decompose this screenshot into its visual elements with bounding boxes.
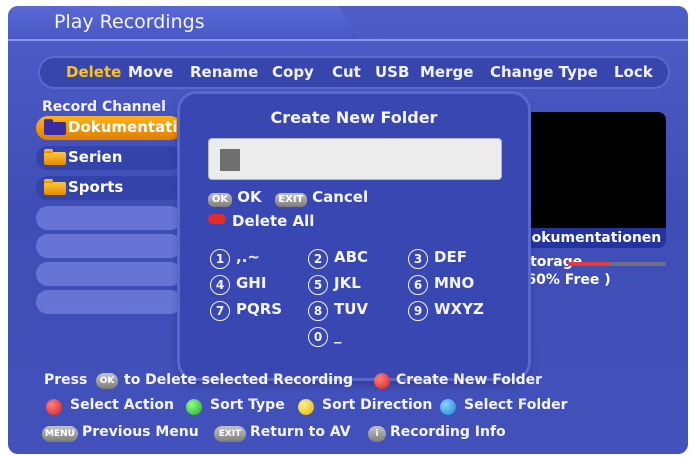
exit-key-icon: EXIT bbox=[214, 426, 246, 442]
tv-screen: Play Recordings Delete Move Rename Copy … bbox=[8, 6, 688, 454]
dialog-title: Create New Folder bbox=[270, 108, 438, 127]
action-usb[interactable]: USB bbox=[375, 63, 409, 81]
yellow-button-icon bbox=[298, 399, 314, 415]
folder-label: Serien bbox=[68, 148, 123, 166]
folder-label: Sports bbox=[68, 178, 124, 196]
action-lock[interactable]: Lock bbox=[614, 63, 653, 81]
delete-all-row[interactable]: Delete All bbox=[208, 212, 314, 230]
help-return-av: Return to AV bbox=[250, 424, 351, 440]
help-select-folder: Select Folder bbox=[464, 397, 568, 413]
title-tab: Play Recordings bbox=[8, 6, 360, 40]
folder-item-sports[interactable]: Sports bbox=[36, 176, 182, 200]
video-preview bbox=[514, 112, 666, 236]
empty-slot bbox=[36, 234, 182, 258]
folder-icon bbox=[44, 149, 66, 165]
help-sort-direction: Sort Direction bbox=[322, 397, 433, 413]
text-cursor bbox=[220, 149, 240, 171]
keypad-key-3[interactable]: 3 DEF bbox=[408, 248, 467, 269]
ok-key-icon: OK bbox=[96, 373, 118, 389]
info-key-icon: i bbox=[368, 426, 386, 442]
action-delete[interactable]: Delete bbox=[66, 63, 121, 81]
keypad-key-8[interactable]: 8 TUV bbox=[308, 300, 368, 321]
storage-free-text: (60% Free ) bbox=[520, 272, 611, 288]
record-channel-label: Record Channel bbox=[42, 99, 166, 115]
keypad-key-1[interactable]: 1 ,.~ bbox=[210, 248, 260, 269]
keypad-key-6[interactable]: 6 MNO bbox=[408, 274, 474, 295]
storage-meter-fill bbox=[568, 262, 611, 266]
empty-slot bbox=[36, 290, 182, 314]
empty-slot bbox=[36, 206, 182, 230]
delete-all-label: Delete All bbox=[232, 212, 315, 230]
action-copy[interactable]: Copy bbox=[272, 63, 314, 81]
ok-cancel-row: OK OK EXIT Cancel bbox=[208, 188, 368, 207]
help-select-action: Select Action bbox=[70, 397, 174, 413]
exit-key-icon: EXIT bbox=[274, 193, 307, 207]
keypad-key-4[interactable]: 4 GHI bbox=[210, 274, 266, 295]
action-bar: Delete Move Rename Copy Cut USB Merge Ch… bbox=[38, 56, 670, 89]
create-folder-dialog: Create New Folder OK OK EXIT Cancel Dele… bbox=[180, 94, 528, 378]
keypad-key-0[interactable]: 0 _ bbox=[308, 326, 342, 347]
red-key-icon bbox=[208, 214, 226, 224]
folder-icon bbox=[44, 119, 66, 135]
red-button-icon bbox=[46, 399, 62, 415]
help-sort-type: Sort Type bbox=[210, 397, 285, 413]
action-merge[interactable]: Merge bbox=[420, 63, 473, 81]
folder-icon bbox=[44, 179, 66, 195]
ok-key-icon: OK bbox=[208, 193, 232, 207]
help-press-text: Press bbox=[44, 372, 88, 388]
action-cut[interactable]: Cut bbox=[332, 63, 361, 81]
keypad-key-2[interactable]: 2 ABC bbox=[308, 248, 368, 269]
folder-item-dokumentationen[interactable]: Dokumentationen bbox=[36, 116, 219, 140]
help-delete-text: to Delete selected Recording bbox=[124, 372, 354, 388]
title-divider bbox=[8, 39, 688, 41]
ok-label[interactable]: OK bbox=[237, 188, 261, 206]
page-title: Play Recordings bbox=[54, 11, 205, 33]
help-create-folder-text: Create New Folder bbox=[396, 372, 543, 388]
folder-item-serien[interactable]: Serien bbox=[36, 146, 182, 170]
action-rename[interactable]: Rename bbox=[190, 63, 258, 81]
menu-key-icon: MENU bbox=[42, 426, 78, 442]
blue-button-icon bbox=[440, 399, 456, 415]
empty-slot bbox=[36, 262, 182, 286]
preview-label: Dokumentationen bbox=[520, 230, 662, 246]
green-button-icon bbox=[186, 399, 202, 415]
red-button-icon bbox=[374, 373, 390, 389]
cancel-label[interactable]: Cancel bbox=[312, 188, 368, 206]
keypad-key-9[interactable]: 9 WXYZ bbox=[408, 300, 484, 321]
keypad-key-7[interactable]: 7 PQRS bbox=[210, 300, 282, 321]
action-change-type[interactable]: Change Type bbox=[490, 63, 598, 81]
help-bar: Press OK to Delete selected Recording Cr… bbox=[8, 364, 688, 454]
action-move[interactable]: Move bbox=[128, 63, 173, 81]
help-previous-menu: Previous Menu bbox=[82, 424, 199, 440]
keypad-key-5[interactable]: 5 JKL bbox=[308, 274, 361, 295]
help-recording-info: Recording Info bbox=[390, 424, 506, 440]
folder-name-input[interactable] bbox=[208, 138, 502, 180]
